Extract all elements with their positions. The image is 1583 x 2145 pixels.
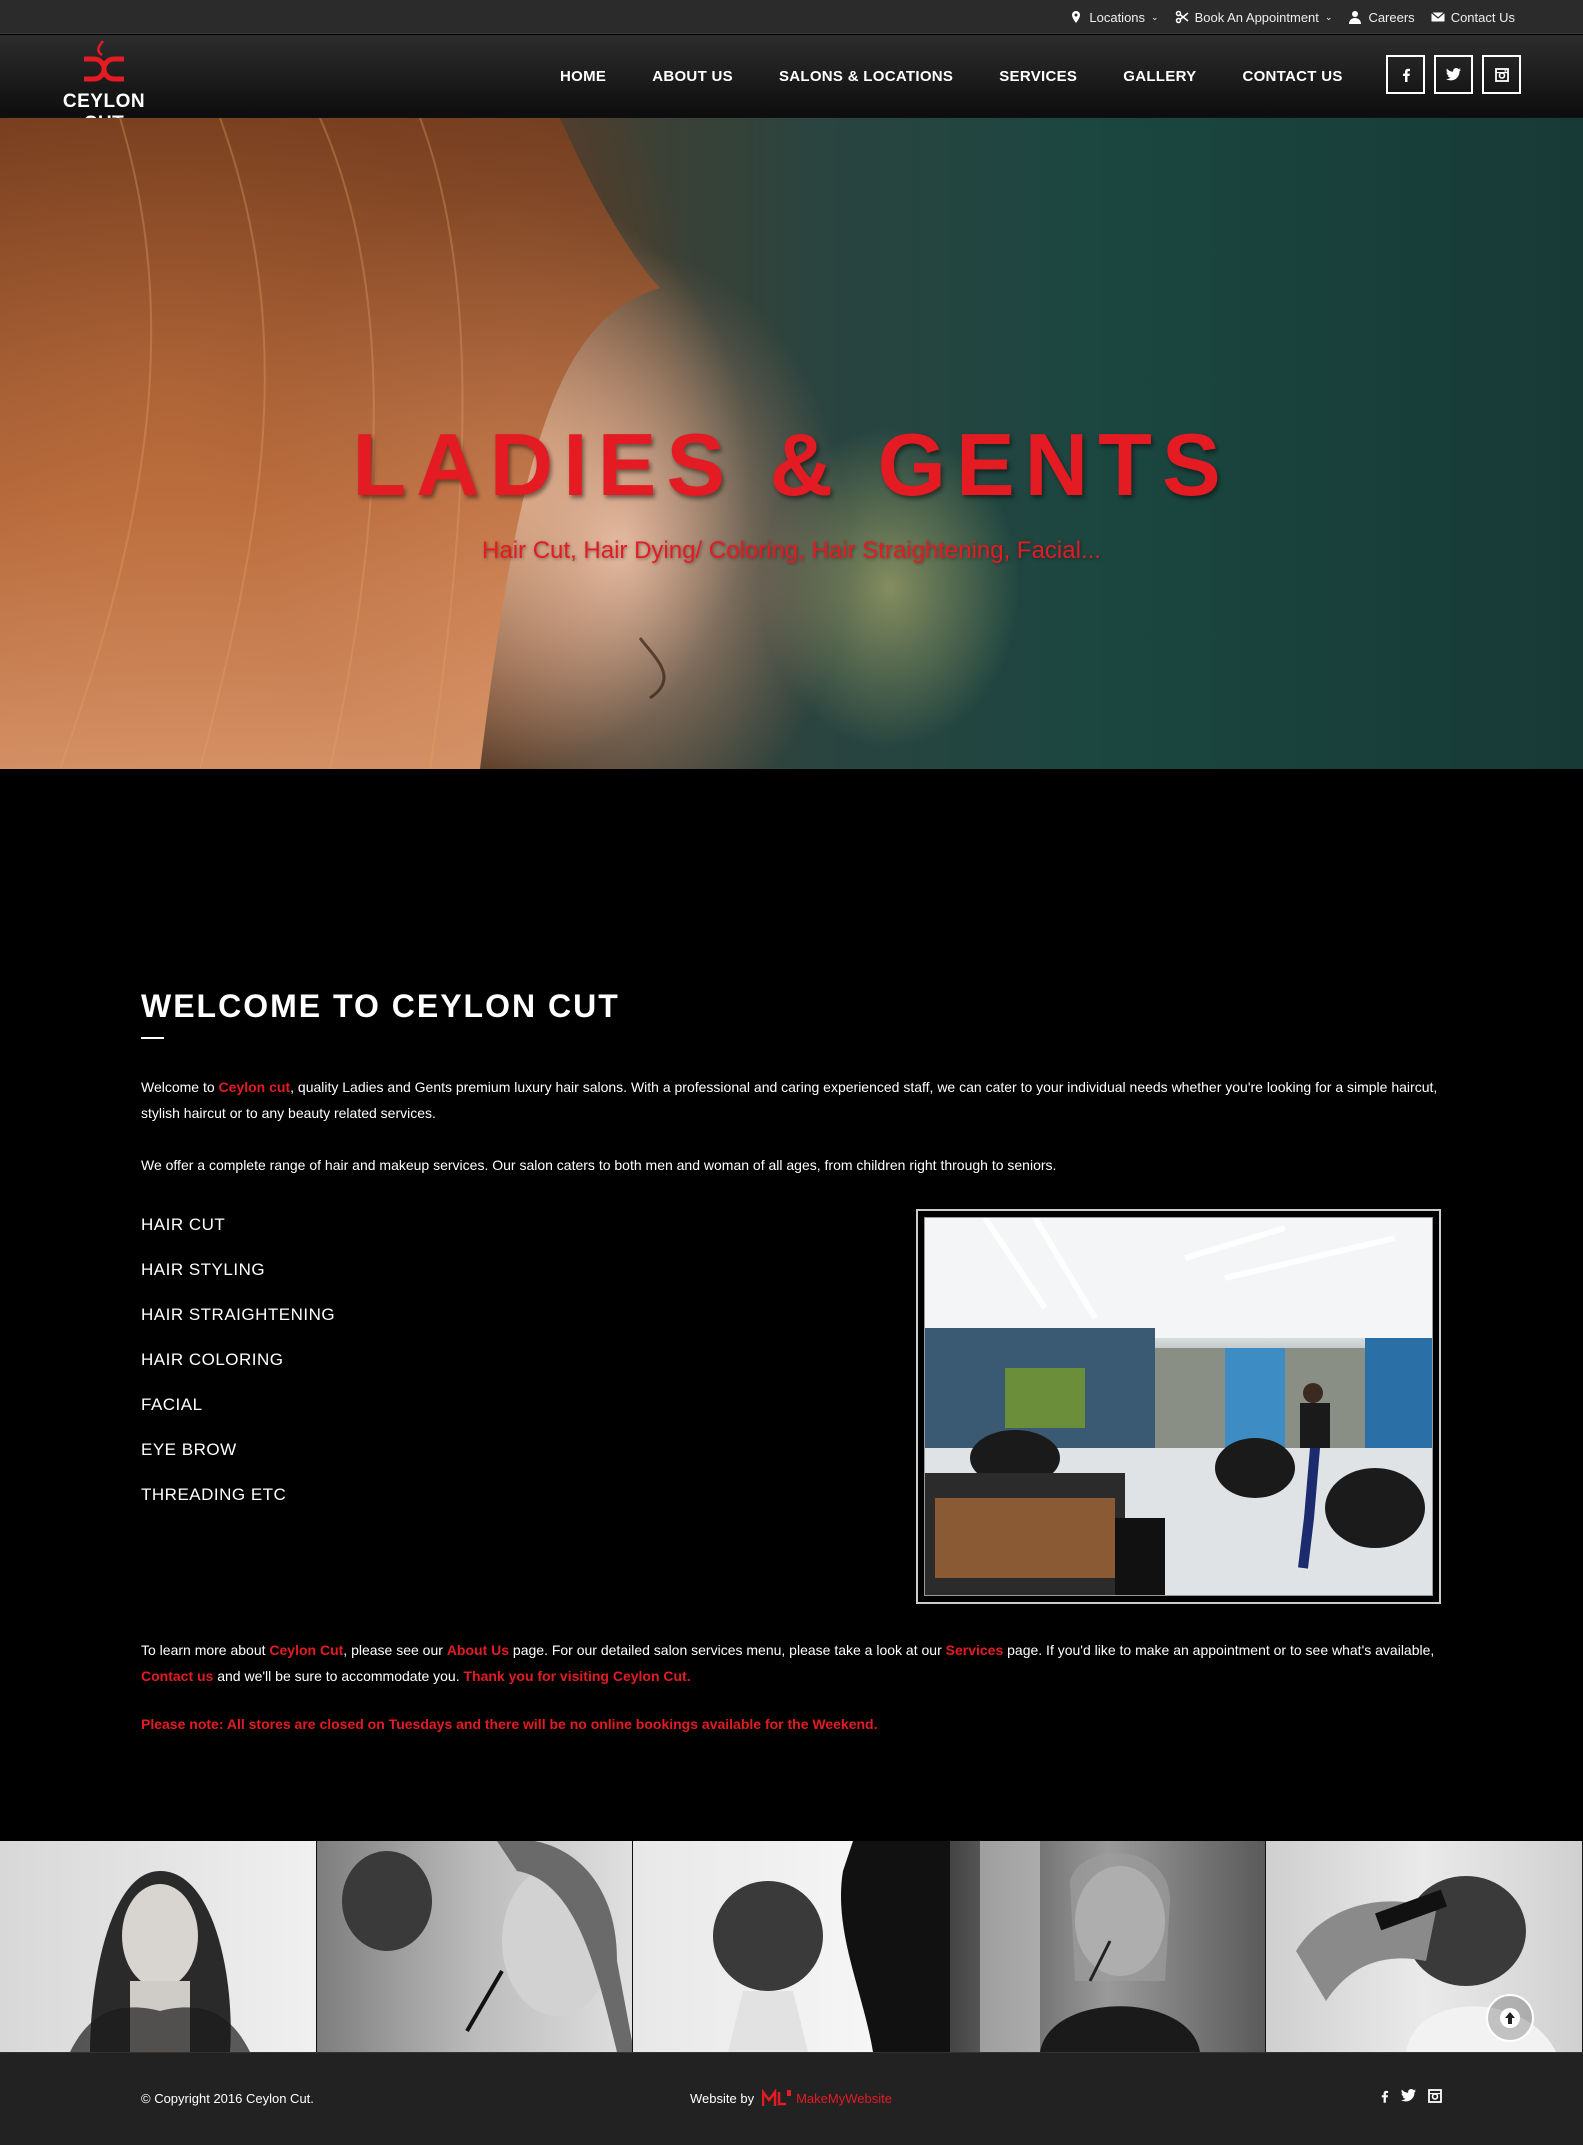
text: Welcome to [141,1079,219,1095]
website-credit: Website by MakeMyWebsite [690,2089,892,2107]
nav-about-us[interactable]: ABOUT US [652,68,733,85]
chevron-down-icon: ⌄ [1151,11,1159,22]
twitter-icon[interactable] [1401,2089,1416,2102]
services-link[interactable]: Services [946,1642,1004,1658]
list-item: HAIR CUT [141,1215,226,1234]
text: and we'll be sure to accommodate you. [213,1668,464,1684]
list-item: THREADING ETC [141,1485,287,1504]
nav-gallery[interactable]: GALLERY [1123,68,1196,85]
photo-gallery-strip [0,1841,1583,2052]
list-item: FACIAL [141,1395,203,1414]
chevron-down-icon: ⌄ [1324,11,1333,22]
header-social [1386,55,1521,94]
list-item: HAIR STRAIGHTENING [141,1305,336,1324]
site-logo[interactable]: CEYLON CUT [44,39,164,134]
facebook-button[interactable] [1386,55,1425,94]
top-link-careers[interactable]: Careers [1348,9,1415,25]
website-by-label: Website by [690,2090,755,2106]
contact-us-link[interactable]: Contact us [141,1668,213,1684]
hero-title: LADIES & GENTS [352,415,1231,514]
top-utility-bar: Locations ⌄ Book An Appointment ⌄ Career… [0,0,1583,34]
hero-subtitle: Hair Cut, Hair Dying/ Coloring, Hair Str… [482,537,1101,564]
salon-photo-frame [916,1209,1441,1604]
brand-link[interactable]: Ceylon Cut [269,1642,343,1658]
thank-you-text: Thank you for visiting Ceylon Cut. [463,1668,691,1684]
map-pin-icon [1072,11,1081,23]
welcome-paragraph-3: To learn more about Ceylon Cut, please s… [141,1637,1441,1689]
scissors-icon [1175,10,1189,24]
about-us-link[interactable]: About Us [447,1642,509,1658]
welcome-paragraph-2: We offer a complete range of hair and ma… [141,1157,1057,1173]
store-notice: Please note: All stores are closed on Tu… [141,1716,878,1732]
nav-home[interactable]: HOME [560,68,606,85]
facebook-icon [1402,68,1410,82]
footer-social [1380,2089,1442,2104]
top-link-label: Careers [1368,9,1415,25]
text: , please see our [343,1642,447,1658]
copyright-text: © Copyright 2016 Ceylon Cut. [141,2091,314,2106]
brand-name: MakeMyWebsite [796,2090,892,2106]
welcome-paragraph-1: Welcome to Ceylon cut, quality Ladies an… [141,1074,1441,1126]
salon-interior-photo [924,1217,1433,1596]
top-link-contact[interactable]: Contact Us [1430,9,1515,25]
makemywebsite-link[interactable]: MakeMyWebsite [762,2089,892,2107]
gallery-image-makeup[interactable] [316,1841,634,2052]
makemywebsite-logo-icon [762,2089,792,2106]
services-list: HAIR CUT HAIR STYLING HAIR STRAIGHTENING… [141,1215,335,1530]
twitter-button[interactable] [1434,55,1473,94]
instagram-icon [1494,67,1509,82]
user-icon [1349,11,1362,24]
list-item: HAIR STYLING [141,1260,266,1279]
logo-mark-icon [84,40,124,82]
top-links: Locations ⌄ Book An Appointment ⌄ Career… [1069,0,1515,34]
arrow-up-icon [1500,2008,1520,2028]
gallery-image-updo[interactable] [633,1841,950,2052]
instagram-button[interactable] [1482,55,1521,94]
main-nav: HOME ABOUT US SALONS & LOCATIONS SERVICE… [560,35,1389,118]
welcome-title: WELCOME TO CEYLON CUT [141,988,620,1024]
main-header: CEYLON CUT HOME ABOUT US SALONS & LOCATI… [0,35,1583,134]
text: page. For our detailed salon services me… [509,1642,946,1658]
facebook-icon[interactable] [1380,2089,1389,2104]
top-link-label: Contact Us [1450,9,1515,25]
site-footer: © Copyright 2016 Ceylon Cut. Website by … [0,2052,1583,2145]
brand-link[interactable]: Ceylon cut [219,1079,291,1095]
nav-contact-us[interactable]: CONTACT US [1242,68,1342,85]
top-link-locations[interactable]: Locations ⌄ [1069,9,1159,25]
top-link-label: Book An Appointment [1194,9,1319,25]
envelope-icon [1430,12,1445,22]
nav-salons-locations[interactable]: SALONS & LOCATIONS [779,68,953,85]
gallery-image-lash-application[interactable] [949,1841,1267,2052]
gallery-image-portrait[interactable] [0,1841,317,2052]
scroll-to-top-button[interactable] [1486,1994,1534,2042]
list-item: HAIR COLORING [141,1350,284,1369]
top-link-label: Locations [1089,9,1146,25]
top-link-book-appointment[interactable]: Book An Appointment ⌄ [1175,9,1333,25]
text: , quality Ladies and Gents premium luxur… [141,1079,1438,1121]
text: To learn more about [141,1642,270,1658]
list-item: EYE BROW [141,1440,237,1459]
nav-services[interactable]: SERVICES [999,68,1077,85]
text: page. If you'd like to make an appointme… [1003,1642,1435,1658]
gallery-image-gents-cut[interactable] [1266,1841,1583,2052]
instagram-icon[interactable] [1428,2089,1442,2103]
hero-banner: LADIES & GENTS Hair Cut, Hair Dying/ Col… [0,118,1583,769]
title-underline [141,1037,164,1039]
twitter-icon [1446,68,1461,81]
